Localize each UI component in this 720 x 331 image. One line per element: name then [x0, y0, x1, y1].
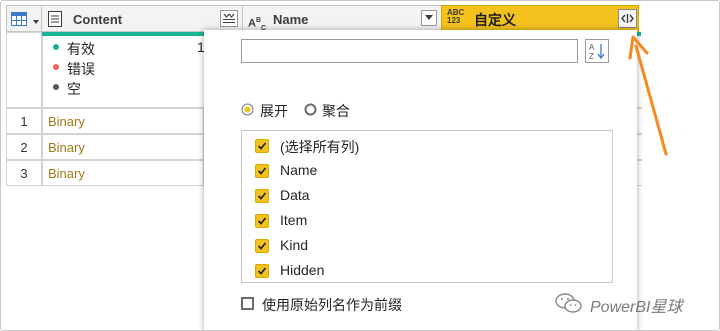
svg-text:Z: Z — [589, 52, 594, 61]
row-cell-fragment — [637, 160, 642, 186]
list-icon — [48, 11, 62, 27]
power-query-editor: Content ABC Name ABC 123 自定义 有效 1 错误 空 1… — [0, 0, 720, 331]
valid-dot-icon — [53, 44, 59, 50]
checklist-item-kind[interactable]: Kind — [255, 236, 595, 256]
checklist-item-select-all[interactable]: (选择所有列) — [255, 136, 595, 156]
profile-error-label: 错误 — [67, 61, 95, 77]
error-dot-icon — [53, 64, 59, 70]
chevron-down-icon — [425, 15, 433, 20]
row-number: 1 — [6, 108, 42, 134]
checkbox-checked-icon[interactable] — [255, 214, 269, 228]
profile-empty-label: 空 — [67, 81, 81, 97]
checkbox-unchecked-icon[interactable] — [241, 297, 254, 310]
expand-column-button-custom[interactable] — [618, 9, 637, 28]
radio-expand-label: 展开 — [260, 103, 288, 119]
expand-icon — [223, 13, 235, 23]
column-header-content[interactable]: Content — [41, 5, 243, 32]
checkbox-checked-icon[interactable] — [255, 139, 269, 153]
table-icon — [11, 12, 27, 26]
checkbox-checked-icon[interactable] — [255, 164, 269, 178]
profile-valid-label: 有效 — [67, 41, 95, 57]
radio-aggregate[interactable]: 聚合 — [304, 101, 364, 119]
checklist-item-label: Kind — [280, 237, 309, 253]
radio-unselected-icon — [304, 103, 317, 116]
empty-dot-icon — [53, 84, 59, 90]
column-profile: 有效 1 错误 空 — [42, 36, 205, 108]
checklist-item-label: (选择所有列) — [280, 139, 360, 155]
use-prefix-option[interactable]: 使用原始列名作为前缀 — [241, 295, 461, 315]
svg-text:A: A — [589, 43, 595, 52]
column-label-name: Name — [273, 12, 309, 27]
checklist-item-name[interactable]: Name — [255, 161, 595, 181]
annotation-arrow-icon — [628, 35, 668, 156]
checklist-item-label: Item — [280, 212, 308, 228]
any-type-icon: ABC 123 — [447, 8, 465, 25]
checkbox-checked-icon[interactable] — [255, 189, 269, 203]
radio-selected-icon — [241, 103, 254, 116]
row-number: 2 — [6, 134, 42, 160]
row-number: 3 — [6, 160, 42, 186]
checklist-item-label: Name — [280, 162, 318, 178]
sort-button[interactable]: A Z — [585, 39, 609, 63]
search-input[interactable] — [241, 39, 578, 63]
table-corner-button[interactable] — [6, 5, 42, 32]
checklist-item-data[interactable]: Data — [255, 186, 595, 206]
column-label-content: Content — [73, 12, 123, 27]
watermark: PowerBI星球 — [554, 290, 714, 316]
checklist-item-hidden[interactable]: Hidden — [255, 261, 595, 281]
column-filter-dropdown-name[interactable] — [421, 10, 437, 26]
profile-row-number-cell — [6, 32, 42, 108]
checklist-item-item[interactable]: Item — [255, 211, 595, 231]
column-header-name[interactable]: ABC Name — [242, 5, 442, 32]
column-checklist: (选择所有列) Name Data Item Kind Hidden — [241, 130, 613, 283]
column-label-custom: 自定义 — [474, 12, 516, 28]
wechat-icon — [555, 293, 582, 313]
binary-cell[interactable]: Binary — [42, 108, 204, 134]
radio-expand[interactable]: 展开 — [241, 101, 301, 119]
chevron-down-icon — [33, 20, 39, 24]
expand-icon — [621, 14, 634, 23]
checkbox-checked-icon[interactable] — [255, 239, 269, 253]
radio-aggregate-label: 聚合 — [322, 103, 350, 119]
binary-cell[interactable]: Binary — [42, 134, 204, 160]
checklist-item-label: Data — [280, 187, 310, 203]
checkbox-checked-icon[interactable] — [255, 264, 269, 278]
watermark-text: PowerBI星球 — [590, 299, 683, 316]
expand-column-popup: A Z 展开 聚合 (选择所有列) Name Data Item Kind Hi… — [204, 30, 637, 330]
column-header-custom[interactable]: ABC 123 自定义 — [441, 5, 639, 32]
binary-cell[interactable]: Binary — [42, 160, 204, 186]
use-prefix-label: 使用原始列名作为前缀 — [262, 297, 402, 313]
checklist-item-label: Hidden — [280, 262, 325, 278]
sort-ascending-icon: A Z — [589, 43, 605, 61]
expand-column-button[interactable] — [220, 10, 238, 27]
